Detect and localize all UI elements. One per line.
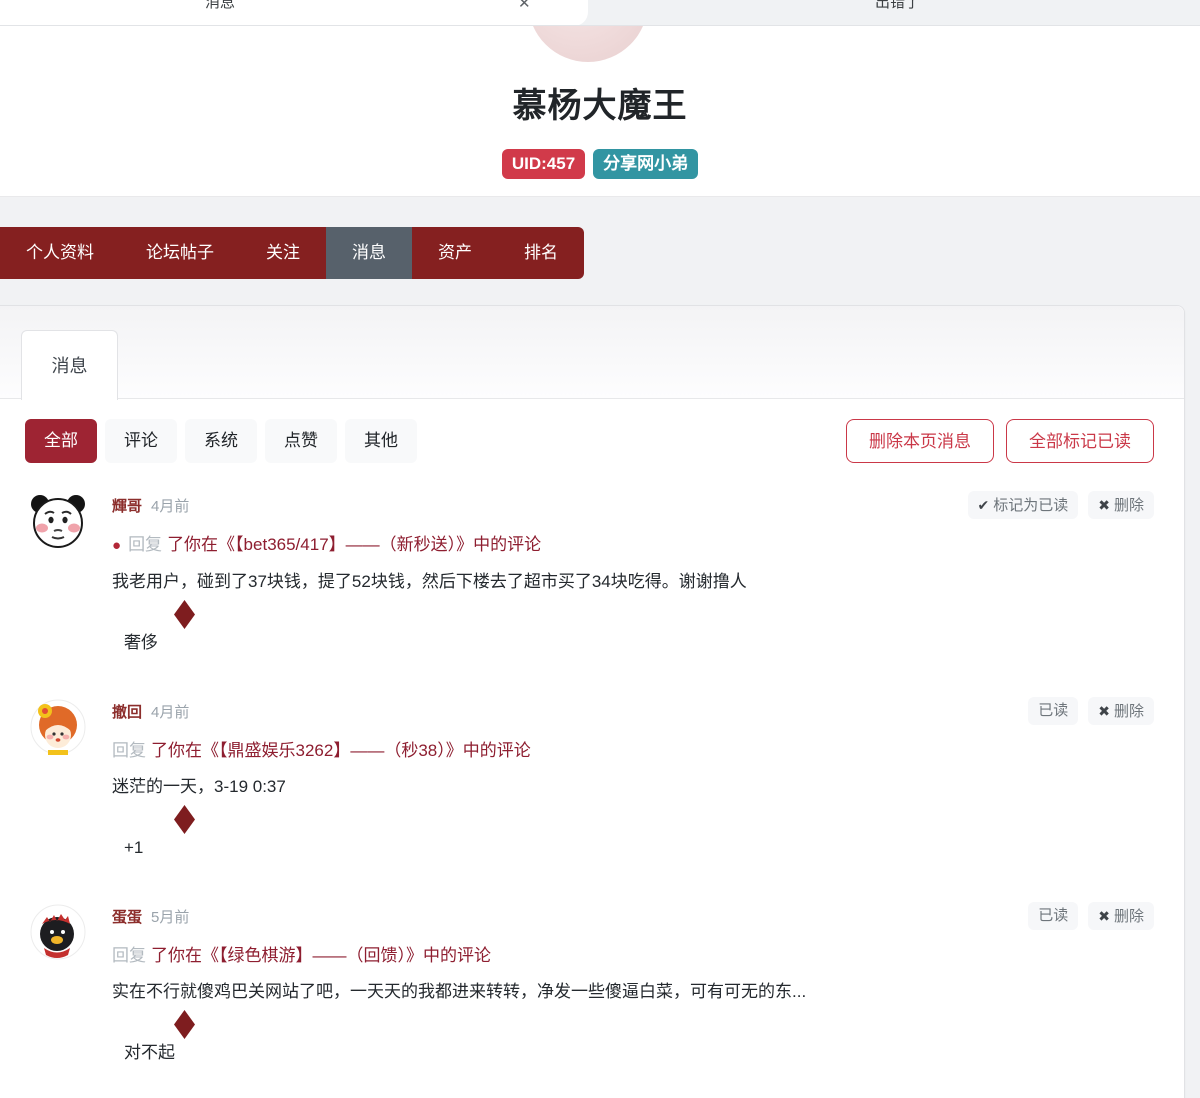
mark-all-read-button[interactable]: 全部标记已读	[1006, 419, 1154, 463]
uid-badge: UID:457	[502, 149, 585, 179]
browser-tab-active[interactable]: 消息 ✕	[0, 0, 588, 26]
nav-item-profile[interactable]: 个人资料	[0, 227, 120, 279]
tab-close-icon[interactable]: ✕	[518, 0, 531, 12]
nav-item-assets[interactable]: 资产	[412, 227, 498, 279]
message-actions: ✔标记为已读 ✖删除	[968, 491, 1155, 519]
message-time: 4月前	[151, 701, 189, 722]
nav-item-messages[interactable]: 消息	[326, 227, 412, 279]
delete-button[interactable]: ✖删除	[1088, 902, 1154, 930]
reply-label: 回复	[112, 946, 146, 965]
message-item: 輝哥 4月前 ✔标记为已读 ✖删除 ● 回复了你在《【bet365/417】——（…	[25, 491, 1154, 655]
message-item: 蛋蛋 5月前 已读 ✖删除 回复了你在《【绿色棋游】——（回馈）》中的评论 实在…	[25, 902, 1154, 1065]
reply-target-link[interactable]: 了你在《【鼎盛娱乐3262】——（秒38）》中的评论	[151, 741, 531, 760]
delete-button[interactable]: ✖删除	[1088, 697, 1154, 725]
message-content: 迷茫的一天，3-19 0:37	[112, 775, 1154, 799]
avatar-panda-meme[interactable]	[30, 493, 86, 549]
profile-header: 慕杨大魔王 UID:457 分享网小弟	[0, 26, 1200, 197]
filter-system[interactable]: 系统	[185, 419, 257, 463]
filter-other[interactable]: 其他	[345, 419, 417, 463]
browser-tab-bar: 消息 ✕ 出错了	[0, 0, 1200, 26]
browser-other-tab-title[interactable]: 出错了	[875, 0, 920, 12]
profile-avatar[interactable]	[528, 26, 648, 62]
quote-diamond-icon	[174, 1010, 195, 1039]
filter-likes[interactable]: 点赞	[265, 419, 337, 463]
avatar-cartoon-girl[interactable]	[30, 699, 86, 755]
delete-page-messages-button[interactable]: 删除本页消息	[846, 419, 994, 463]
close-icon: ✖	[1098, 497, 1110, 513]
avatar-black-chick[interactable]	[30, 904, 86, 960]
messages-panel: 消息 全部 评论 系统 点赞 其他 删除本页消息 全部标记已读	[0, 305, 1185, 1098]
message-actions: 已读 ✖删除	[1028, 902, 1154, 930]
message-author: 撤回 4月前	[112, 701, 189, 722]
quote-diamond-icon	[174, 805, 195, 834]
message-time: 5月前	[151, 906, 189, 927]
message-item: 撤回 4月前 已读 ✖删除 回复了你在《【鼎盛娱乐3262】——（秒38）》中的…	[25, 697, 1154, 860]
quote-diamond-icon	[174, 600, 195, 629]
delete-label: 删除	[1114, 908, 1144, 925]
message-actions: 已读 ✖删除	[1028, 697, 1154, 725]
delete-label: 删除	[1114, 497, 1144, 514]
browser-tab-title: 消息	[205, 0, 235, 12]
filter-row: 全部 评论 系统 点赞 其他 删除本页消息 全部标记已读	[25, 419, 1154, 463]
message-username[interactable]: 輝哥	[112, 495, 142, 516]
message-time: 4月前	[151, 495, 189, 516]
close-icon: ✖	[1098, 703, 1110, 719]
read-status-badge: 已读	[1028, 902, 1078, 930]
nav-item-ranking[interactable]: 排名	[498, 227, 584, 279]
profile-username: 慕杨大魔王	[0, 78, 1200, 127]
message-quote: 对不起	[124, 1041, 1154, 1065]
member-title-badge: 分享网小弟	[593, 149, 698, 179]
check-icon: ✔	[978, 497, 990, 513]
delete-label: 删除	[1114, 703, 1144, 720]
message-quote: 奢侈	[124, 631, 1154, 655]
message-head: 輝哥 4月前 ✔标记为已读 ✖删除	[112, 491, 1154, 519]
nav-item-following[interactable]: 关注	[240, 227, 326, 279]
read-status-label: 已读	[1038, 907, 1068, 924]
reply-target-link[interactable]: 了你在《【绿色棋游】——（回馈）》中的评论	[151, 946, 491, 965]
filter-group: 全部 评论 系统 点赞 其他	[25, 419, 417, 463]
read-status-label: 已读	[1038, 702, 1068, 719]
mark-read-label: 标记为已读	[993, 497, 1068, 514]
filter-comments[interactable]: 评论	[105, 419, 177, 463]
delete-button[interactable]: ✖删除	[1088, 491, 1154, 519]
message-reply-line: ● 回复了你在《【bet365/417】——（新秒送）》中的评论	[112, 533, 1154, 558]
close-icon: ✖	[1098, 908, 1110, 924]
message-username[interactable]: 蛋蛋	[112, 906, 142, 927]
message-author: 蛋蛋 5月前	[112, 906, 189, 927]
filter-all[interactable]: 全部	[25, 419, 97, 463]
message-reply-line: 回复了你在《【绿色棋游】——（回馈）》中的评论	[112, 944, 1154, 968]
badge-row: UID:457 分享网小弟	[0, 149, 1200, 179]
message-content: 我老用户，碰到了37块钱，提了52块钱，然后下楼去了超市买了34块吃得。谢谢撸人	[112, 570, 1154, 594]
panel-header: 消息	[0, 306, 1184, 399]
message-list: 輝哥 4月前 ✔标记为已读 ✖删除 ●回复了你在《【bet365/417】——（…	[25, 491, 1154, 1065]
reply-label: 回复	[128, 535, 162, 554]
read-status-badge: 已读	[1028, 697, 1078, 725]
message-content: 实在不行就傻鸡巴关网站了吧，一天天的我都进来转转，净发一些傻逼白菜，可有可无的东…	[112, 980, 1154, 1004]
message-quote: +1	[124, 836, 1154, 860]
panel-tab-messages[interactable]: 消息	[21, 330, 118, 400]
message-reply-line: 回复了你在《【鼎盛娱乐3262】——（秒38）》中的评论	[112, 739, 1154, 763]
panel-body: 全部 评论 系统 点赞 其他 删除本页消息 全部标记已读	[0, 399, 1184, 1065]
mark-read-button[interactable]: ✔标记为已读	[968, 491, 1079, 519]
message-head: 蛋蛋 5月前 已读 ✖删除	[112, 902, 1154, 930]
reply-label: 回复	[112, 741, 146, 760]
message-head: 撤回 4月前 已读 ✖删除	[112, 697, 1154, 725]
message-author: 輝哥 4月前	[112, 495, 189, 516]
nav-item-forum-posts[interactable]: 论坛帖子	[120, 227, 240, 279]
profile-nav: 个人资料 论坛帖子 关注 消息 资产 排名	[0, 227, 584, 279]
unread-dot-icon: ●	[112, 537, 121, 554]
message-username[interactable]: 撤回	[112, 701, 142, 722]
reply-target-link[interactable]: 了你在《【bet365/417】——（新秒送）》中的评论	[167, 535, 541, 554]
bulk-actions: 删除本页消息 全部标记已读	[846, 419, 1154, 463]
